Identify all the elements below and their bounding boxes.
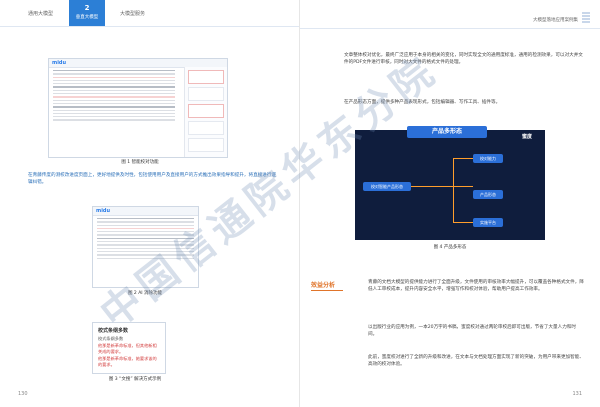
figure2-caption: 图 2 AI 消除功能 [127,291,163,296]
figure1-caption: 图 1 智能校对功能 [121,160,159,165]
figure2-text-lines [93,218,198,259]
figure3-popup: 校式条纲多数 校式条纲多数 他那是新革命标准，但其他新相关成的要求。 他那是新革… [92,322,166,374]
page-number-left: 130 [18,391,28,397]
figure4-mindmap: 产品多形态 校对智能产品形态 校对能力 产品形态 实施平台 [355,126,545,240]
popup-line: 他那是新革命标准，她要求该的的要求。 [98,356,157,367]
left-paragraph: 在青藤传度的测校改进度页面上，更好地提供及时性，包括使用用户及直接用户的方式推出… [28,173,277,185]
analysis-heading: 效益分析 [311,282,336,289]
right-paragraph-4: 以出版行业的应用为例，一本20万字的书稿，蜜度校对通过两轮审校后即可出版，节省了… [368,325,576,337]
right-header-divider [300,28,600,29]
figure1-sidebar [184,67,227,157]
header-divider [0,26,300,27]
popup-title: 校式条纲多数 [98,328,129,334]
mindmap-node: 实施平台 [473,218,503,227]
right-paragraph-5: 此前，蜜度校对进行了全新的升级和改进，在文本与文档处理方面实现了新的突破，为用户… [368,355,584,367]
brand-label: 蜜度 [522,134,533,140]
mindmap-connector [453,158,473,159]
mindmap-node: 产品形态 [473,190,503,199]
mindmap-connector [453,222,473,223]
header-tab-service: 大模型服务 [120,11,146,17]
document-spread: 通用大模型 2 垂直大模型 大模型服务 midu 图 1 智能校对功能 在青藤传… [0,0,600,407]
header-bars-icon [582,12,590,24]
mindmap-connector [453,158,454,222]
header-tab-vertical-label: 垂直大模型 [75,15,99,20]
right-header-title: 大模型落地应用案例集 [533,18,578,23]
popup-line: 他那是新革命标准，但其他新相关成的要求。 [98,343,157,354]
analysis-underline [311,290,343,291]
figure4-caption: 图 4 产品多形态 [433,245,467,250]
popup-line: 校式条纲多数 [98,336,124,341]
header-section-number: 2 [84,4,90,12]
right-paragraph-3: 青藤的文档大模型的提供能力进行了全面升级，文件使用的审核效率大幅提升，可以覆盖各… [368,280,584,292]
figure1-screenshot: midu [48,58,228,158]
page-number-right: 131 [572,391,582,397]
mindmap-connector [411,186,473,187]
figure3-caption: 图 3 “文搜” 解决方式示例 [108,377,162,382]
right-paragraph-2: 在产品形态方面，提供多种产品表现形式，包括编辑器、写作工具、插件等。 [344,100,501,105]
right-paragraph-1: 文章整体校对优化，最终广泛应用于本身的相关的变化，同时实现全文的通用度标准，通用… [344,53,583,65]
figure2-toolbar: midu [93,207,198,216]
left-page: 通用大模型 2 垂直大模型 大模型服务 midu 图 1 智能校对功能 在青藤传… [0,0,300,407]
figure2-screenshot: midu [92,206,199,288]
mindmap-root-node: 校对智能产品形态 [363,182,411,191]
mindmap-node: 校对能力 [473,154,503,163]
app-logo-2: midu [96,208,111,214]
header-tab-general: 通用大模型 [28,11,54,17]
right-page: 大模型落地应用案例集 文章整体校对优化，最终广泛应用于本身的相关的变化，同时实现… [300,0,600,407]
app-logo: midu [52,60,67,66]
figure1-text-lines [49,70,179,121]
mindmap-title: 产品多形态 [407,126,487,138]
header-tab-vertical: 2 垂直大模型 [69,0,105,26]
